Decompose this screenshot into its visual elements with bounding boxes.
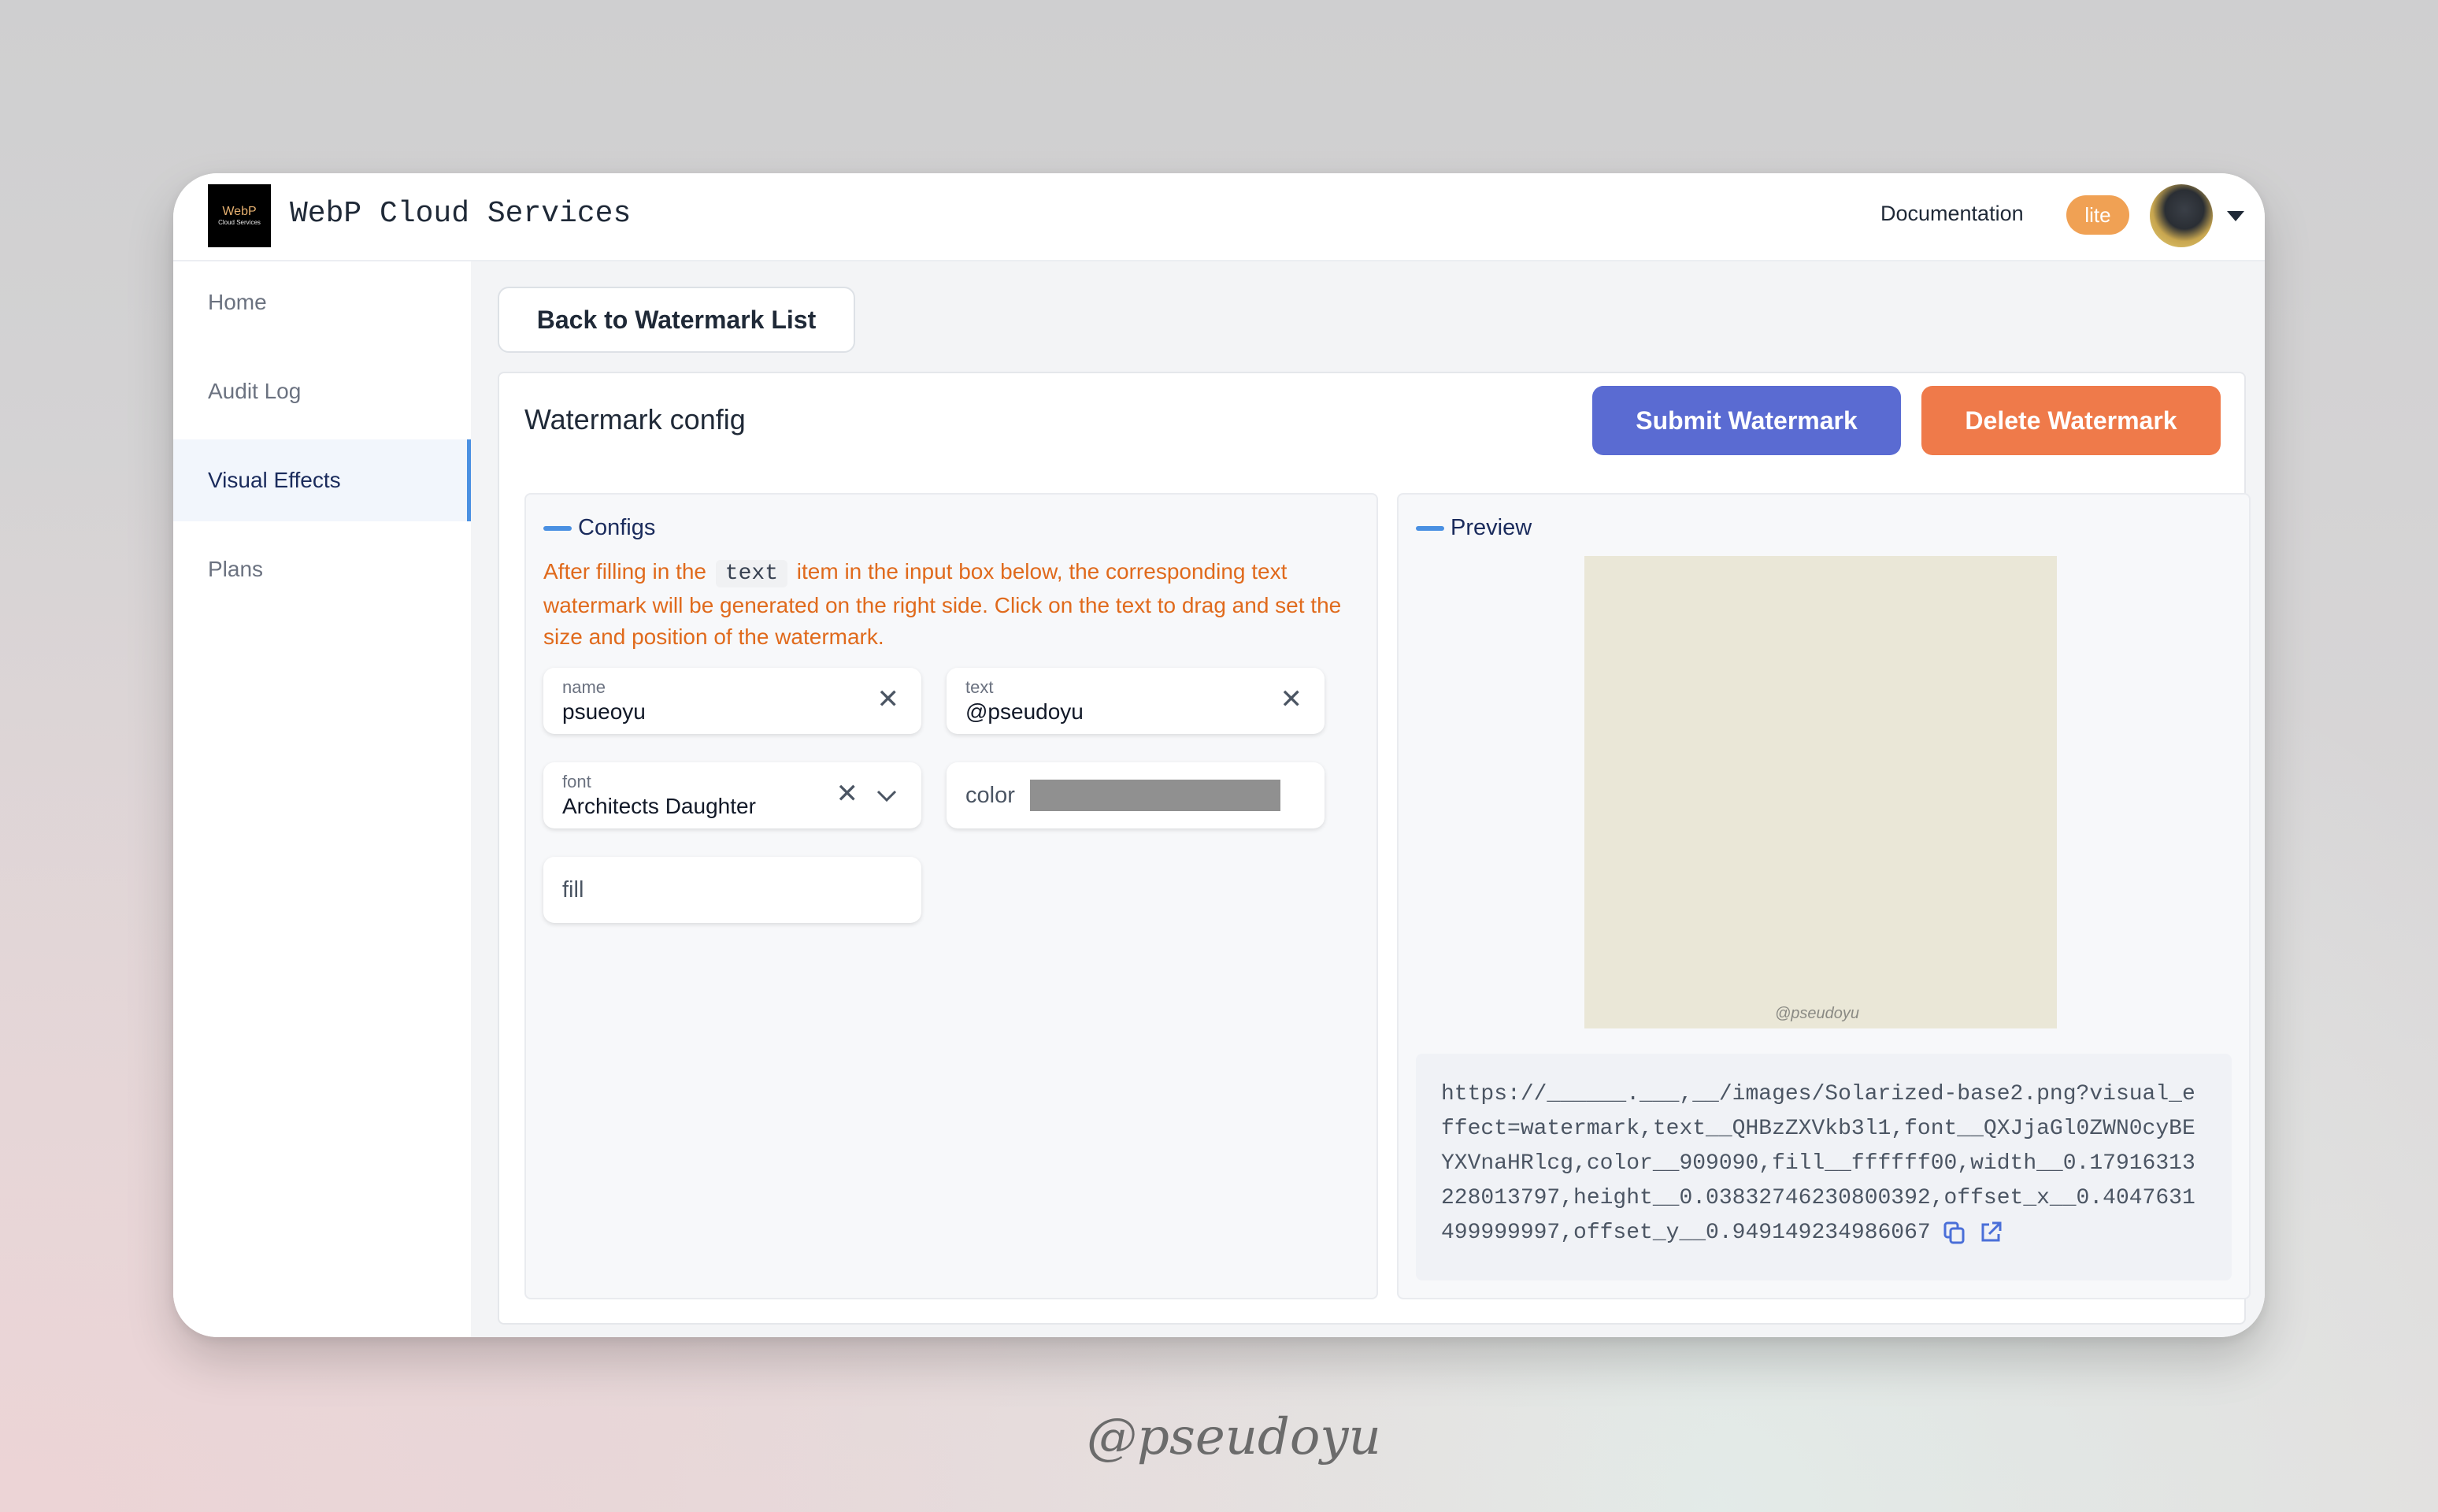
fill-field[interactable]: fill — [543, 857, 921, 923]
configs-panel: Configs After filling in the text item i… — [524, 493, 1378, 1299]
font-select[interactable]: font Architects Daughter ✕ — [543, 762, 921, 828]
logo-line-2: Cloud Services — [218, 219, 261, 226]
close-icon[interactable]: ✕ — [836, 778, 859, 810]
hint-before: After filling in the — [543, 559, 706, 584]
watermark-text[interactable]: @pseudoyu — [1775, 1005, 1859, 1023]
color-field-label: color — [965, 783, 1015, 808]
font-field-value[interactable]: Architects Daughter — [562, 794, 756, 819]
name-field-label: name — [562, 677, 606, 697]
sidebar-item-visual-effects[interactable]: Visual Effects — [173, 439, 471, 521]
card-title: Watermark config — [524, 403, 746, 435]
text-field-label: text — [965, 677, 994, 697]
fill-field-placeholder[interactable]: fill — [562, 877, 584, 903]
external-link-icon[interactable] — [1978, 1220, 2003, 1245]
color-swatch[interactable] — [1030, 780, 1280, 811]
top-header: WebP Cloud Services WebP Cloud Services … — [173, 173, 2265, 261]
watermark-url: https://______.___,__/images/Solarized-b… — [1441, 1077, 2206, 1251]
section-bar-icon — [543, 525, 572, 531]
app-window: WebP Cloud Services WebP Cloud Services … — [173, 173, 2265, 1337]
sidebar-item-plans[interactable]: Plans — [173, 528, 471, 610]
name-field[interactable]: name psueoyu ✕ — [543, 668, 921, 734]
url-text: https://______.___,__/images/Solarized-b… — [1441, 1082, 2195, 1245]
close-icon[interactable]: ✕ — [1280, 684, 1303, 715]
sidebar-item-home[interactable]: Home — [173, 261, 471, 343]
app-logo[interactable]: WebP Cloud Services — [208, 184, 271, 247]
chevron-down-icon[interactable] — [874, 783, 899, 808]
section-bar-icon — [1416, 525, 1444, 531]
copy-icon[interactable] — [1942, 1220, 1967, 1245]
submit-watermark-button[interactable]: Submit Watermark — [1592, 386, 1901, 455]
app-title: WebP Cloud Services — [290, 197, 632, 231]
documentation-link[interactable]: Documentation — [1880, 202, 2024, 226]
preview-panel: Preview @pseudoyu https://______.___,__/… — [1397, 493, 2251, 1299]
name-field-value[interactable]: psueoyu — [562, 699, 646, 724]
configs-label-text: Configs — [578, 515, 656, 540]
close-icon[interactable]: ✕ — [877, 684, 900, 715]
main-content: Back to Watermark List Watermark config … — [471, 261, 2265, 1337]
text-field[interactable]: text @pseudoyu ✕ — [947, 668, 1325, 734]
color-field[interactable]: color — [947, 762, 1325, 828]
sidebar: Home Audit Log Visual Effects Plans — [173, 261, 471, 1337]
url-box: https://______.___,__/images/Solarized-b… — [1416, 1054, 2232, 1280]
delete-watermark-button[interactable]: Delete Watermark — [1921, 386, 2221, 455]
hint-code: text — [715, 560, 787, 587]
configs-section-label: Configs — [543, 515, 655, 541]
user-avatar[interactable] — [2150, 184, 2213, 247]
font-field-label: font — [562, 772, 591, 791]
text-field-value[interactable]: @pseudoyu — [965, 699, 1084, 724]
preview-label-text: Preview — [1451, 515, 1532, 540]
preview-image: @pseudoyu — [1584, 556, 2057, 1028]
preview-section-label: Preview — [1416, 515, 1532, 541]
chevron-down-icon[interactable] — [2227, 211, 2244, 221]
signature: @pseudoyu — [1087, 1408, 1381, 1466]
configs-hint: After filling in the text item in the in… — [543, 556, 1362, 653]
back-to-watermark-list-button[interactable]: Back to Watermark List — [498, 287, 855, 353]
logo-line-1: WebP — [222, 205, 257, 218]
sidebar-item-audit-log[interactable]: Audit Log — [173, 350, 471, 432]
plan-badge: lite — [2066, 195, 2129, 235]
watermark-config-card: Watermark config Submit Watermark Delete… — [498, 372, 2251, 1325]
